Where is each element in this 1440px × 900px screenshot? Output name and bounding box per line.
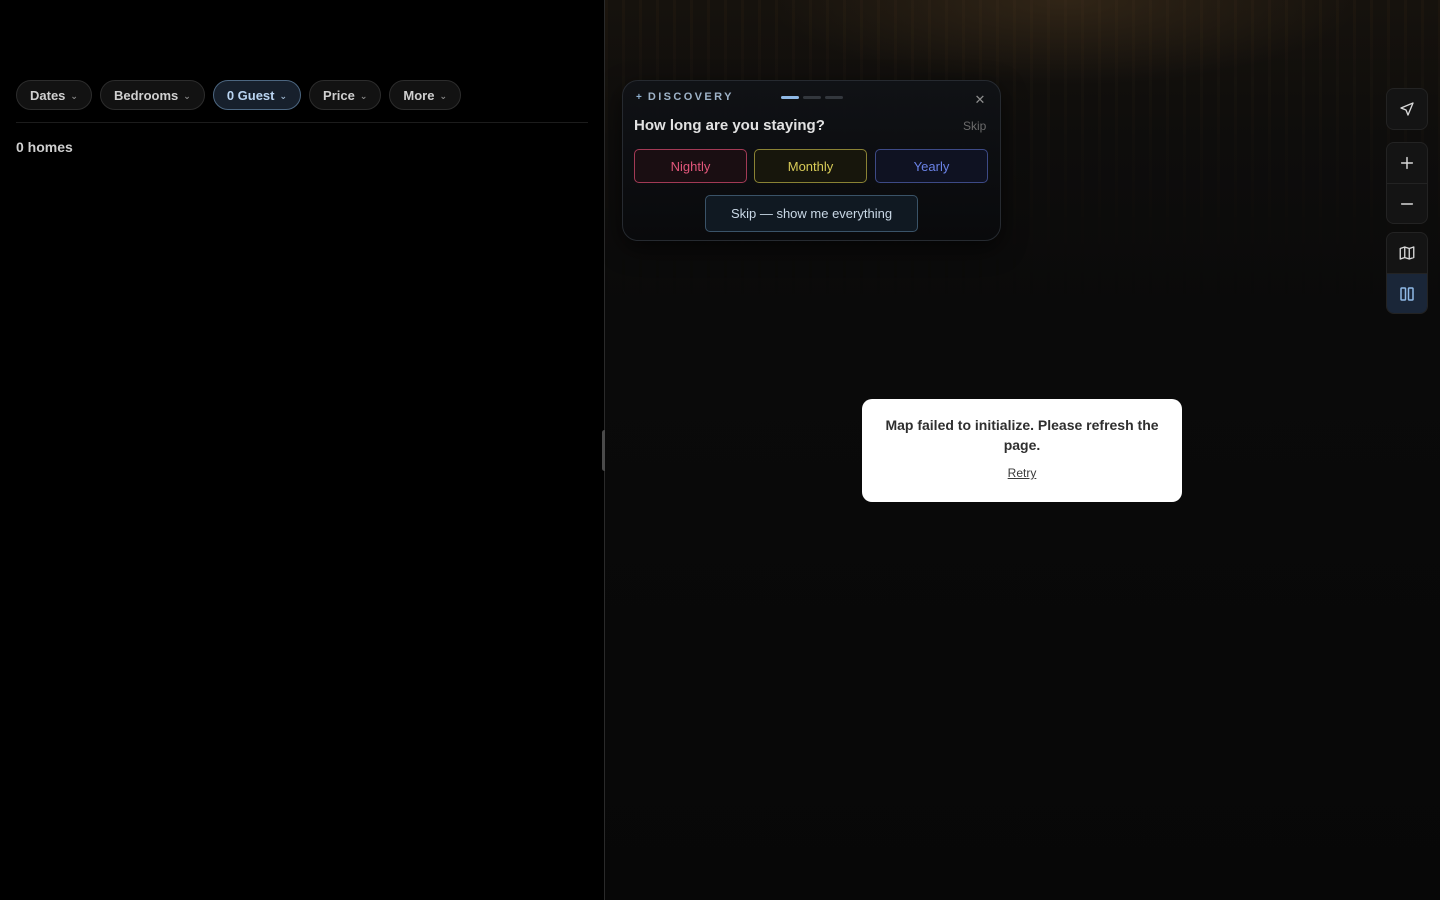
filter-bar: Dates ⌄ Bedrooms ⌄ 0 Guest ⌄ Price ⌄ Mor… [16,80,462,110]
bedrooms-filter-chip[interactable]: Bedrooms ⌄ [99,80,205,110]
bedrooms-filter-label: Bedrooms [113,87,179,103]
locate-control [1386,88,1428,130]
sparkle-icon: + [636,91,642,103]
skip-show-everything-button[interactable]: Skip — show me everything [705,195,918,232]
price-filter-chip[interactable]: Price ⌄ [309,80,382,110]
monthly-option-button[interactable]: Monthly [754,149,867,183]
more-filter-chip[interactable]: More ⌄ [389,80,462,110]
progress-step-1 [781,96,799,99]
close-icon[interactable]: ✕ [973,93,987,107]
nightly-option-button[interactable]: Nightly [634,149,747,183]
discovery-progress [781,96,843,99]
minus-icon[interactable] [1387,183,1427,223]
guests-filter-chip[interactable]: 0 Guest ⌄ [212,80,302,110]
map-error-dialog: Map failed to initialize. Please refresh… [862,399,1182,502]
retry-link[interactable]: Retry [1008,466,1037,480]
discovery-skip-link[interactable]: Skip [963,119,986,133]
yearly-option-button[interactable]: Yearly [875,149,988,183]
guests-filter-label: 0 Guest [226,87,275,103]
discovery-card: + DISCOVERY ✕ How long are you staying? … [622,80,1001,241]
dates-filter-label: Dates [30,87,66,103]
split-view-icon[interactable] [1387,273,1427,313]
listings-panel: Dates ⌄ Bedrooms ⌄ 0 Guest ⌄ Price ⌄ Mor… [0,0,604,900]
chevron-down-icon: ⌄ [359,90,368,101]
retry-row: Retry [862,466,1182,480]
zoom-controls [1386,142,1428,224]
view-controls [1386,232,1428,314]
price-filter-label: Price [323,87,355,103]
map-icon[interactable] [1387,233,1427,273]
dates-filter-chip[interactable]: Dates ⌄ [16,80,92,110]
plus-icon[interactable] [1387,143,1427,183]
discovery-label-text: DISCOVERY [647,91,734,103]
chevron-down-icon: ⌄ [279,90,288,101]
results-count: 0 homes [16,139,73,155]
progress-step-2 [803,96,821,99]
navigation-arrow-icon[interactable] [1387,89,1427,129]
chevron-down-icon: ⌄ [70,90,78,101]
chevron-down-icon: ⌄ [183,90,191,101]
discovery-question: How long are you staying? [634,117,825,134]
map-error-message: Map failed to initialize. Please refresh… [885,417,1159,453]
progress-step-3 [825,96,843,99]
more-filter-label: More [403,87,435,103]
chevron-down-icon: ⌄ [439,90,448,101]
filter-divider [16,122,588,123]
discovery-label: + DISCOVERY [636,91,734,103]
